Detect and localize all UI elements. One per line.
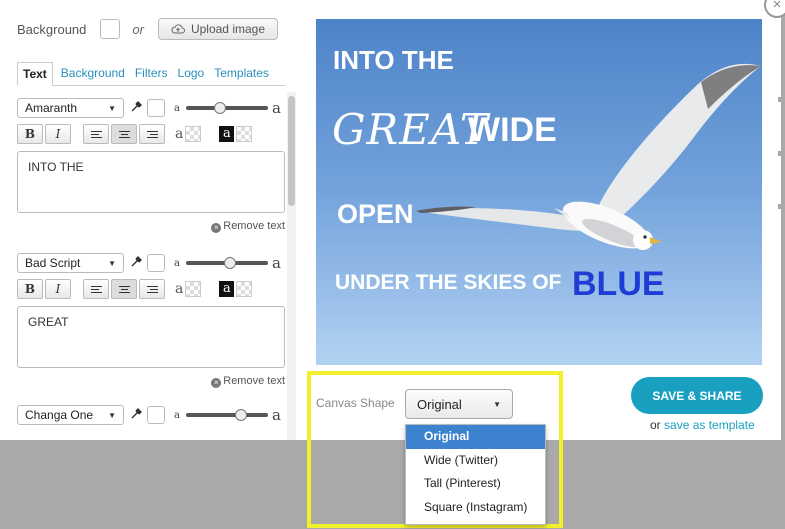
- upload-cloud-icon: [171, 24, 185, 34]
- text-layer-2: Bad Script ▼ a a B I a a GREAT × Remove te…: [17, 253, 285, 388]
- background-label: Background: [17, 21, 87, 37]
- chevron-down-icon: ▼: [108, 103, 116, 113]
- canvas-line-3[interactable]: WIDE: [468, 111, 557, 150]
- font-name: Amaranth: [25, 101, 78, 115]
- italic-button[interactable]: I: [45, 124, 71, 144]
- shadow-icon[interactable]: a: [219, 281, 235, 297]
- size-small-label: a: [174, 409, 180, 421]
- align-center-icon: [118, 129, 130, 140]
- tab-logo[interactable]: Logo: [173, 62, 210, 85]
- text-input[interactable]: INTO THE: [17, 151, 285, 213]
- canvas-line-2[interactable]: GREAT: [332, 105, 489, 154]
- canvas-shape-menu[interactable]: Original Wide (Twitter) Tall (Pinterest)…: [405, 424, 546, 525]
- remove-text-link[interactable]: × Remove text: [17, 220, 285, 233]
- eyedropper-icon[interactable]: [127, 100, 145, 116]
- canvas-line-4[interactable]: OPEN: [337, 199, 414, 230]
- align-left-button[interactable]: [83, 124, 109, 144]
- shadow-icon[interactable]: a: [219, 126, 235, 142]
- slider-knob[interactable]: [234, 409, 247, 421]
- font-name: Bad Script: [25, 256, 81, 270]
- background-row: Background or Upload image: [17, 18, 278, 40]
- text-color-swatch[interactable]: [147, 99, 165, 117]
- or-label: or: [132, 21, 144, 37]
- font-size-slider[interactable]: [185, 405, 268, 425]
- align-left-button[interactable]: [83, 279, 109, 299]
- size-large-label: a: [271, 99, 281, 117]
- menu-item-wide-twitter[interactable]: Wide (Twitter): [406, 449, 545, 473]
- close-circle-icon: ×: [211, 223, 222, 233]
- text-color-swatch[interactable]: [147, 406, 165, 424]
- align-right-button[interactable]: [139, 279, 165, 299]
- tab-text[interactable]: Text: [17, 62, 53, 86]
- bold-button[interactable]: B: [17, 279, 43, 299]
- side-marker: [778, 97, 781, 102]
- menu-item-original[interactable]: Original: [406, 425, 545, 449]
- align-center-icon: [118, 284, 130, 295]
- upload-image-label: Upload image: [190, 22, 265, 36]
- or-label: or: [650, 418, 661, 432]
- outline-color-swatch[interactable]: [185, 281, 202, 297]
- text-input[interactable]: GREAT: [17, 306, 285, 368]
- scrollbar-thumb[interactable]: [288, 96, 295, 206]
- align-right-icon: [146, 284, 158, 295]
- save-share-button[interactable]: SAVE & SHARE: [631, 377, 763, 414]
- text-layers-panel[interactable]: Amaranth ▼ a a B I a a INTO THE × Remove t…: [0, 92, 300, 440]
- align-center-button[interactable]: [111, 124, 137, 144]
- image-canvas[interactable]: INTO THE GREAT WIDE OPEN UNDER THE SKIES…: [316, 19, 762, 365]
- slider-knob[interactable]: [224, 257, 237, 269]
- font-select[interactable]: Bad Script ▼: [17, 253, 124, 273]
- panel-scrollbar[interactable]: [287, 92, 296, 440]
- side-marker: [778, 151, 781, 156]
- chevron-down-icon: ▼: [108, 258, 116, 268]
- bold-button[interactable]: B: [17, 124, 43, 144]
- save-template-row: or save as template: [650, 418, 755, 432]
- text-layer-1: Amaranth ▼ a a B I a a INTO THE × Remove t…: [17, 98, 285, 233]
- editor-tabs: Text Background Filters Logo Templates: [17, 62, 285, 86]
- outline-icon[interactable]: a: [175, 281, 183, 297]
- canvas-line-1[interactable]: INTO THE: [333, 45, 454, 76]
- remove-text-label: Remove text: [223, 220, 285, 232]
- text-layer-3: Changa One ▼ a a: [17, 405, 285, 425]
- font-select[interactable]: Amaranth ▼: [17, 98, 124, 118]
- remove-text-label: Remove text: [223, 375, 285, 387]
- eyedropper-icon[interactable]: [127, 407, 145, 423]
- font-select[interactable]: Changa One ▼: [17, 405, 124, 425]
- size-small-label: a: [174, 257, 180, 269]
- align-right-icon: [146, 129, 158, 140]
- align-right-button[interactable]: [139, 124, 165, 144]
- size-large-label: a: [271, 406, 281, 424]
- menu-item-tall-pinterest[interactable]: Tall (Pinterest): [406, 472, 545, 496]
- eyedropper-icon[interactable]: [127, 255, 145, 271]
- menu-item-square-instagram[interactable]: Square (Instagram): [406, 496, 545, 520]
- canvas-line-5[interactable]: UNDER THE SKIES OF: [335, 271, 561, 295]
- slider-knob[interactable]: [213, 102, 226, 114]
- outline-icon[interactable]: a: [175, 126, 183, 142]
- font-name: Changa One: [25, 408, 94, 422]
- text-color-swatch[interactable]: [147, 254, 165, 272]
- align-left-icon: [90, 129, 102, 140]
- upload-image-button[interactable]: Upload image: [157, 18, 278, 40]
- align-center-button[interactable]: [111, 279, 137, 299]
- outline-color-swatch[interactable]: [185, 126, 202, 142]
- tab-templates[interactable]: Templates: [209, 62, 274, 85]
- align-left-icon: [90, 284, 102, 295]
- italic-button[interactable]: I: [45, 279, 71, 299]
- close-circle-icon: ×: [211, 378, 222, 388]
- tab-filters[interactable]: Filters: [130, 62, 173, 85]
- chevron-down-icon: ▼: [108, 410, 116, 420]
- canvas-line-6[interactable]: BLUE: [572, 265, 665, 304]
- side-marker: [778, 204, 781, 209]
- font-size-slider[interactable]: [185, 98, 268, 118]
- background-color-swatch[interactable]: [100, 19, 121, 39]
- shadow-color-swatch[interactable]: [236, 281, 253, 297]
- font-size-slider[interactable]: [185, 253, 268, 273]
- remove-text-link[interactable]: × Remove text: [17, 375, 285, 388]
- tab-background[interactable]: Background: [56, 62, 130, 85]
- shadow-color-swatch[interactable]: [236, 126, 253, 142]
- size-small-label: a: [174, 102, 180, 114]
- size-large-label: a: [271, 254, 281, 272]
- save-as-template-link[interactable]: save as template: [664, 418, 755, 432]
